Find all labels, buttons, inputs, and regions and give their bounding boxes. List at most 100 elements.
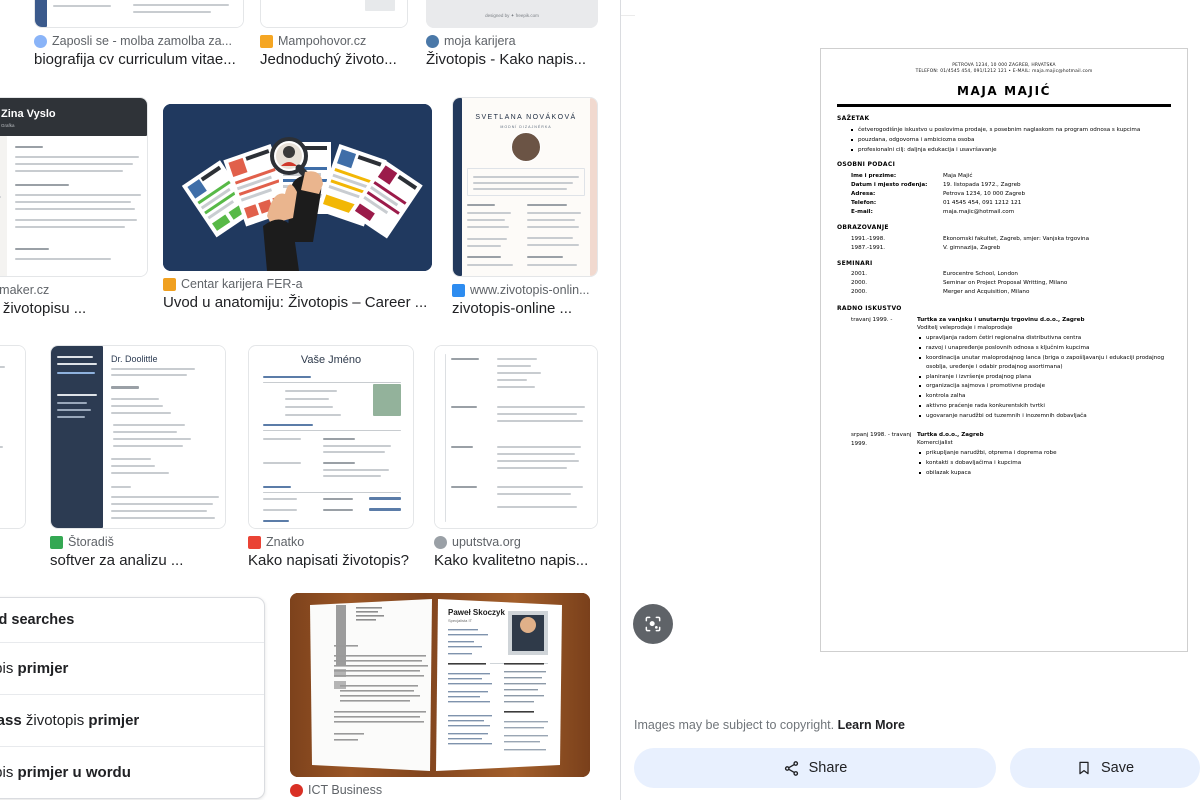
cv-job-duty: razvoj i unapređenje poslovnih odnosa s … xyxy=(919,344,1171,352)
result-thumbnail[interactable]: designed by ✦ freepik.com xyxy=(426,0,598,28)
lens-icon xyxy=(645,616,661,632)
globe-favicon xyxy=(34,34,47,48)
related-search-item-1[interactable]: životopis primjer xyxy=(0,643,264,695)
cv-job-duty: kontakti s dobavljačima i kupcima xyxy=(919,459,1171,467)
result-tile[interactable]: SVETLANA NOVÁKOVÁ MODNÍ DIZAJNÉRKA www.z… xyxy=(452,97,598,319)
cv-thumbnail-vase-jmeno[interactable]: Vaše Jméno xyxy=(248,345,414,529)
cv-job-entry: srpanj 1998. - travanj 1999. Turtka d.o.… xyxy=(851,431,1171,479)
cv-personal-value: Petrova 1234, 10 000 Zagreb xyxy=(943,190,1026,197)
result-title[interactable]: Kako kvalitetno napis... xyxy=(434,551,598,571)
cv-person-name: MAJA MAJIĆ xyxy=(956,83,1052,98)
copyright-text: Images may be subject to copyright. xyxy=(634,718,835,732)
globe-favicon xyxy=(434,535,447,549)
result-tile[interactable]: Zina Vyslo Grafka maker.cz životopisu ..… xyxy=(0,97,148,319)
result-tile[interactable]: uputstva.org Kako kvalitetno napis... xyxy=(434,345,598,571)
cv-job-duties: upravljanja radom četiri regionalna dist… xyxy=(919,334,1171,420)
cv-personal-value: Maja Majić xyxy=(943,172,973,179)
svg-text:Specjalista IT: Specjalista IT xyxy=(448,618,473,623)
cv-personal-value: maja.majic@hotmail.com xyxy=(943,208,1015,215)
result-thumbnail[interactable] xyxy=(0,345,26,529)
cv-personal-label: Telefon: xyxy=(851,199,877,206)
result-source: www.zivotopis-onlin... xyxy=(470,283,590,297)
cv-education-value: V. gimnazija, Zagreb xyxy=(943,244,1001,251)
cv-personal-row: Datum i mjesto rođenja: 19. listopada 19… xyxy=(851,181,1171,190)
cv-job-duty: obilazak kupaca xyxy=(919,469,1171,477)
save-label: Save xyxy=(1100,760,1135,776)
save-button[interactable]: Save xyxy=(1010,748,1200,788)
cv-education-years: 1991.-1998. xyxy=(851,235,886,242)
cv-personal-row: Ime i prezime: Maja Majić xyxy=(851,172,1171,181)
cv-heading-summary: SAŽETAK xyxy=(837,115,870,123)
result-thumbnail[interactable] xyxy=(34,0,244,28)
share-button[interactable]: Share xyxy=(634,748,996,788)
result-title[interactable]: Uvod u anatomiju: Životopis – Career ... xyxy=(163,293,432,313)
cv-seminar-value: Eurocentre School, London xyxy=(943,271,1018,278)
leaf-favicon xyxy=(50,535,63,549)
cv-thumbnail-dr-doolittle[interactable]: Dr. Doolittle xyxy=(50,345,226,529)
cv-job-duty: kontrola zalha xyxy=(919,392,1171,400)
cv-job-role: Voditelj veleprodaje i maloprodaje xyxy=(917,325,1013,332)
result-title[interactable]: softver za analizu ... xyxy=(50,551,226,571)
image-detail-panel: PETROVA 1234, 10 000 ZAGREB, HRVATSKA TE… xyxy=(620,0,1200,800)
result-tile[interactable]: Centar karijera FER-a Uvod u anatomiju: … xyxy=(163,104,432,313)
related-search-item-3[interactable]: životopis primjer u wordu xyxy=(0,747,264,798)
cv-thumbnail-grey-table[interactable] xyxy=(434,345,598,529)
cv-job-period: travanj 1999. - xyxy=(851,317,893,324)
cv-personal-label: Datum i mjesto rođenja: xyxy=(851,181,928,188)
result-source-line: Mampohovor.cz xyxy=(260,34,408,48)
cv-job-body: Turtka za vanjsku i unutarnju trgovinu d… xyxy=(917,316,1171,422)
result-thumbnail[interactable]: SVETLANA NOVÁKOVÁ MODNÍ DIZAJNÉRKA xyxy=(452,97,598,277)
bird-favicon xyxy=(260,34,273,48)
cv-seminar-row: 2000. Seminar on Project Proposal Writti… xyxy=(851,279,1171,288)
cv-personal-value: 01 4545 454, 091 1212 121 xyxy=(943,199,1022,206)
result-title[interactable]: Příklad životopisu ... xyxy=(0,299,148,319)
related-term-bold: primjer xyxy=(17,660,69,677)
lens-search-button[interactable] xyxy=(633,604,673,644)
cv-job-body: Turtka d.o.o., Zagreb Komercijalist prik… xyxy=(917,431,1171,479)
cv-job-duties: prikupljanje narudžbi, otprema i doprema… xyxy=(919,449,1171,477)
result-meta: Znatko Kako napisati životopis? xyxy=(248,535,414,571)
illustration-hands-holding-resumes[interactable] xyxy=(163,104,432,271)
learn-more-link[interactable]: Learn More xyxy=(838,718,905,732)
result-meta: Zaposli se - molba zamolba za... biograf… xyxy=(34,34,244,70)
result-tile[interactable]: Zaposli se - molba zamolba za... biograf… xyxy=(34,0,244,70)
related-term-bold-2: primjer xyxy=(88,712,140,729)
related-searches-heading: Related searches xyxy=(0,598,264,643)
result-title[interactable]: Životopis - Kako napis... xyxy=(426,50,598,70)
result-thumbnail[interactable] xyxy=(260,0,408,28)
cv-seminar-year: 2001. xyxy=(851,271,868,278)
cv-personal-label: Adresa: xyxy=(851,190,876,197)
result-title[interactable]: biografija cv curriculum vitae... xyxy=(34,50,244,70)
result-meta: Štoradiš softver za analizu ... xyxy=(50,535,226,571)
related-search-item-2[interactable]: europass životopis primjer xyxy=(0,695,264,747)
result-tile[interactable]: Vaše Jméno Znatko Kako napisati životopi… xyxy=(248,345,414,571)
cv-education-row: 1987.-1991. V. gimnazija, Zagreb xyxy=(851,244,1171,253)
result-tile[interactable]: Mampohovor.cz Jednoduchý životo... xyxy=(260,0,408,70)
result-title[interactable]: Kako napisati životopis? xyxy=(248,551,414,571)
result-tile[interactable] xyxy=(0,345,26,529)
cv-education-years: 1987.-1991. xyxy=(851,244,886,251)
cv-job-duty: ugovaranje narudžbi od tuzemnih i inozem… xyxy=(919,412,1171,420)
result-source: Resumaker.cz xyxy=(0,283,50,297)
cv-seminar-year: 2000. xyxy=(851,280,868,287)
result-tile[interactable]: Paweł Skoczyk Specjalista IT ICT Busines… xyxy=(290,593,590,797)
result-tile[interactable]: designed by ✦ freepik.com moja karijera … xyxy=(426,0,598,70)
cv-header-rule xyxy=(837,104,1171,108)
cv-seminar-row: 2001. Eurocentre School, London xyxy=(851,270,1171,279)
result-title[interactable]: Jednoduchý životo... xyxy=(260,50,408,70)
result-thumbnail[interactable]: Zina Vyslo Grafka xyxy=(0,97,148,277)
result-tile[interactable]: Dr. Doolittle Štoradiš softver za analiz… xyxy=(50,345,226,571)
cv-job-period: srpanj 1998. - travanj 1999. xyxy=(851,431,912,447)
cv-job-duty: upravljanja radom četiri regionalna dist… xyxy=(919,334,1171,342)
cv-document-image[interactable]: PETROVA 1234, 10 000 ZAGREB, HRVATSKA TE… xyxy=(820,48,1188,652)
cv-summary-item: pouzdana, odgovorna i ambiciozna osoba xyxy=(851,136,1171,144)
cv-education-value: Ekonomski fakultet, Zagreb, smjer: Vanjs… xyxy=(943,235,1089,242)
result-source: Centar karijera FER-a xyxy=(181,277,303,291)
cv-seminar-row: 2000. Merger and Acquisition, Milano xyxy=(851,288,1171,297)
result-source-line: Resumaker.cz xyxy=(0,283,148,297)
cv-heading-personal: OSOBNI PODACI xyxy=(837,161,896,168)
cv-personal-label: Ime i prezime: xyxy=(851,172,897,179)
photo-open-binder-with-cv[interactable]: Paweł Skoczyk Specjalista IT xyxy=(290,593,590,777)
related-term-plain: životopis xyxy=(21,712,89,729)
result-title[interactable]: zivotopis-online ... xyxy=(452,299,598,319)
